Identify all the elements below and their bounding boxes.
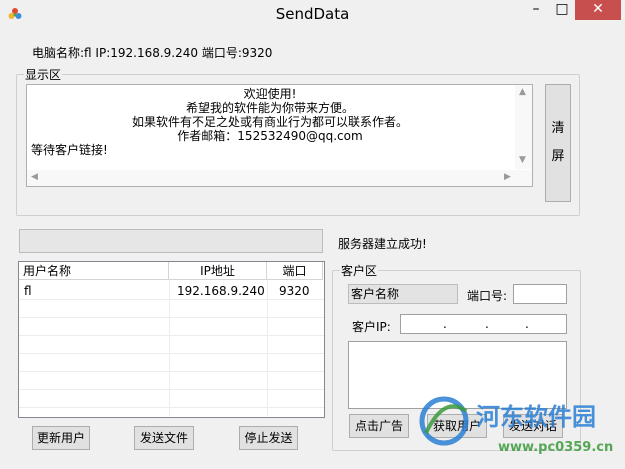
scroll-right-icon[interactable]: ▶: [504, 172, 511, 182]
title-bar: SendData – □ ✕: [0, 0, 625, 28]
clear-button-label-2: 屏: [551, 149, 565, 164]
grid-line: [19, 317, 324, 318]
user-name-cell[interactable]: fl: [24, 283, 32, 299]
display-textarea[interactable]: 欢迎使用! 希望我的软件能为你带来方便。 如果软件有不足之处或有商业行为都可以联…: [26, 84, 533, 187]
grid-line: [19, 371, 324, 372]
watermark-title: 河东软件园: [476, 403, 596, 431]
grid-line: [19, 389, 324, 390]
user-port-cell[interactable]: 9320: [279, 283, 310, 299]
column-header-ip[interactable]: IP地址: [169, 262, 267, 280]
watermark-url: www.pc0359.cn: [498, 440, 613, 455]
computer-info: 电脑名称:fl IP:192.168.9.240 端口号:9320: [32, 46, 273, 60]
grid-line: [19, 407, 324, 408]
watermark-logo: 河东软件园 www.pc0359.cn: [419, 396, 613, 455]
close-button[interactable]: ✕: [575, 0, 621, 20]
scroll-left-icon[interactable]: ◀: [31, 172, 38, 182]
client-ip-label: 客户IP:: [352, 320, 391, 334]
grid-line: [169, 280, 170, 416]
horizontal-scrollbar[interactable]: ◀ ▶: [27, 170, 532, 186]
user-list[interactable]: 用户名称 IP地址 端口 fl 192.168.9.240 9320: [18, 261, 325, 418]
display-line: 欢迎使用!: [243, 87, 297, 101]
vertical-scrollbar[interactable]: ▲ ▼: [515, 85, 532, 169]
clear-button-label-1: 清: [551, 121, 565, 136]
stop-send-button[interactable]: 停止发送: [239, 426, 298, 450]
port-input[interactable]: [513, 284, 567, 304]
display-line: 希望我的软件能为你带来方便。: [185, 101, 354, 115]
client-name-field: 客户名称: [348, 284, 458, 304]
send-file-button[interactable]: 发送文件: [134, 426, 194, 450]
progress-bar: [19, 229, 323, 253]
display-line: 作者邮箱：152532490@qq.com: [177, 129, 363, 143]
scroll-down-icon[interactable]: ▼: [519, 155, 526, 165]
grid-line: [19, 335, 324, 336]
user-ip-cell[interactable]: 192.168.9.240: [177, 283, 265, 299]
display-line: 等待客户链接!: [31, 143, 108, 157]
status-text: 服务器建立成功!: [338, 237, 427, 251]
column-header-port[interactable]: 端口: [267, 262, 323, 280]
grid-line: [267, 280, 268, 416]
client-legend: 客户区: [340, 262, 379, 279]
port-label: 端口号:: [467, 289, 508, 303]
scroll-up-icon[interactable]: ▲: [519, 87, 526, 97]
ad-button[interactable]: 点击广告: [349, 414, 409, 438]
grid-line: [19, 353, 324, 354]
display-legend: 显示区: [24, 66, 63, 83]
client-ip-input[interactable]: . . .: [400, 314, 567, 334]
clear-screen-button[interactable]: 清 屏: [545, 84, 571, 202]
minimize-button[interactable]: –: [523, 0, 549, 20]
refresh-users-button[interactable]: 更新用户: [32, 426, 90, 450]
column-header-username[interactable]: 用户名称: [19, 262, 169, 280]
maximize-button[interactable]: □: [549, 0, 575, 20]
grid-line: [19, 299, 324, 300]
display-line: 如果软件有不足之处或有商业行为都可以联系作者。: [131, 115, 408, 129]
